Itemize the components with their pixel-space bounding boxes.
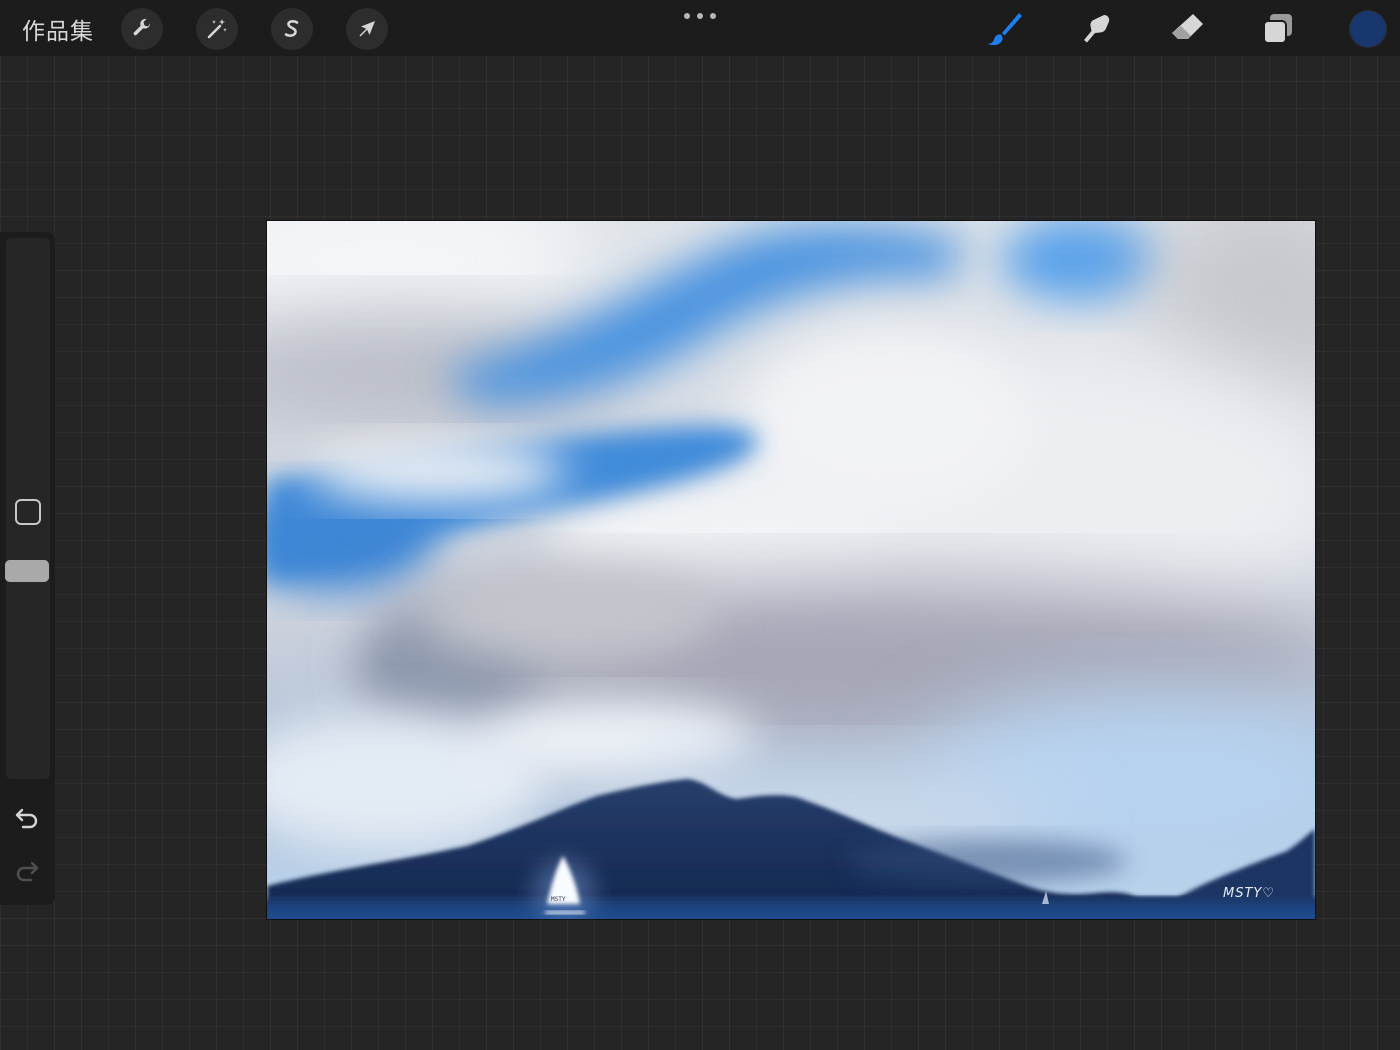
brush-tool-button[interactable] [982,6,1028,52]
dot-icon [684,13,690,19]
gallery-button[interactable]: 作品集 [22,12,94,46]
top-toolbar: 作品集 [0,0,1400,56]
dot-icon [710,13,716,19]
layers-icon [1263,14,1292,44]
selection-button[interactable] [271,8,313,50]
drawing-canvas[interactable]: MSTY MSTY♡ [267,221,1315,919]
redo-button[interactable] [12,858,42,884]
eraser-icon [1172,14,1203,39]
smudge-finger-icon [1084,15,1110,43]
transform-button[interactable] [346,8,388,50]
dot-icon [697,13,703,19]
redo-icon [16,861,39,882]
arrow-cursor-icon [359,21,375,37]
actions-button[interactable] [121,8,163,50]
more-options-button[interactable] [684,11,716,21]
eraser-tool-button[interactable] [1164,6,1210,52]
boat-label: MSTY [551,896,566,903]
undo-icon [15,808,38,829]
selection-s-icon [284,20,299,37]
left-sidebar [0,232,55,905]
layers-tool-button[interactable] [1255,6,1301,52]
opacity-slider-thumb[interactable] [5,560,49,582]
undo-button[interactable] [12,805,42,831]
smudge-tool-button[interactable] [1073,6,1119,52]
brush-icon [988,13,1022,46]
artwork-sky-painting [267,221,1315,919]
color-picker-button[interactable] [1350,11,1386,47]
magic-wand-icon [207,19,227,39]
wrench-icon [133,18,151,36]
adjustments-button[interactable] [196,8,238,50]
artist-signature: MSTY♡ [1222,886,1275,901]
modify-button[interactable] [15,499,41,525]
